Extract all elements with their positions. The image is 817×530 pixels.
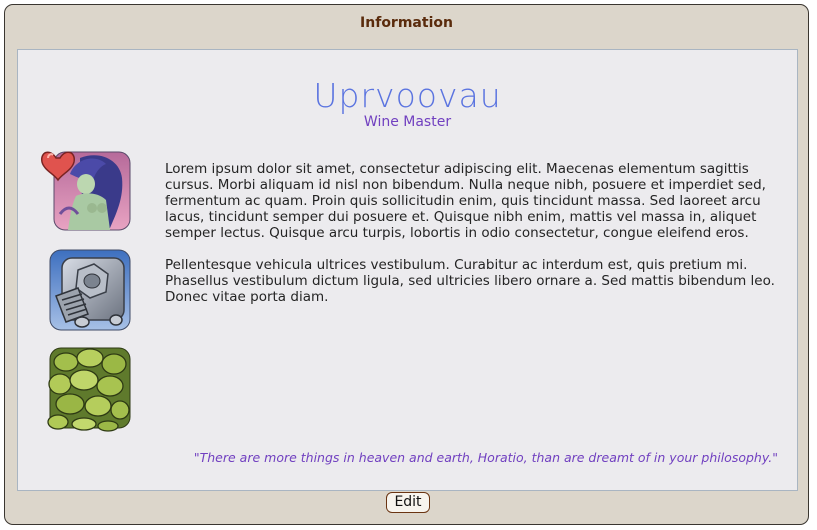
character-description: Lorem ipsum dolor sit amet, consectetur … [165, 161, 775, 321]
edit-button[interactable]: Edit [386, 492, 430, 513]
character-name: Uprvoovau [313, 76, 502, 115]
description-paragraph: Pellentesque vehicula ultrices vestibulu… [165, 257, 775, 305]
window-title: Information [360, 15, 453, 31]
description-paragraph: Lorem ipsum dolor sit amet, consectetur … [165, 161, 766, 241]
information-window: Information Uprvoovau Wine Master Lorem … [4, 4, 809, 525]
hex-bolt-screw-icon [49, 249, 131, 331]
character-quote: "There are more things in heaven and ear… [193, 450, 778, 465]
info-panel: Uprvoovau Wine Master Lorem ipsum dolor … [17, 49, 798, 491]
character-title: Wine Master [363, 114, 452, 130]
mermaid-heart-portrait-icon [41, 151, 131, 232]
mossy-rocks-icon [47, 347, 131, 432]
